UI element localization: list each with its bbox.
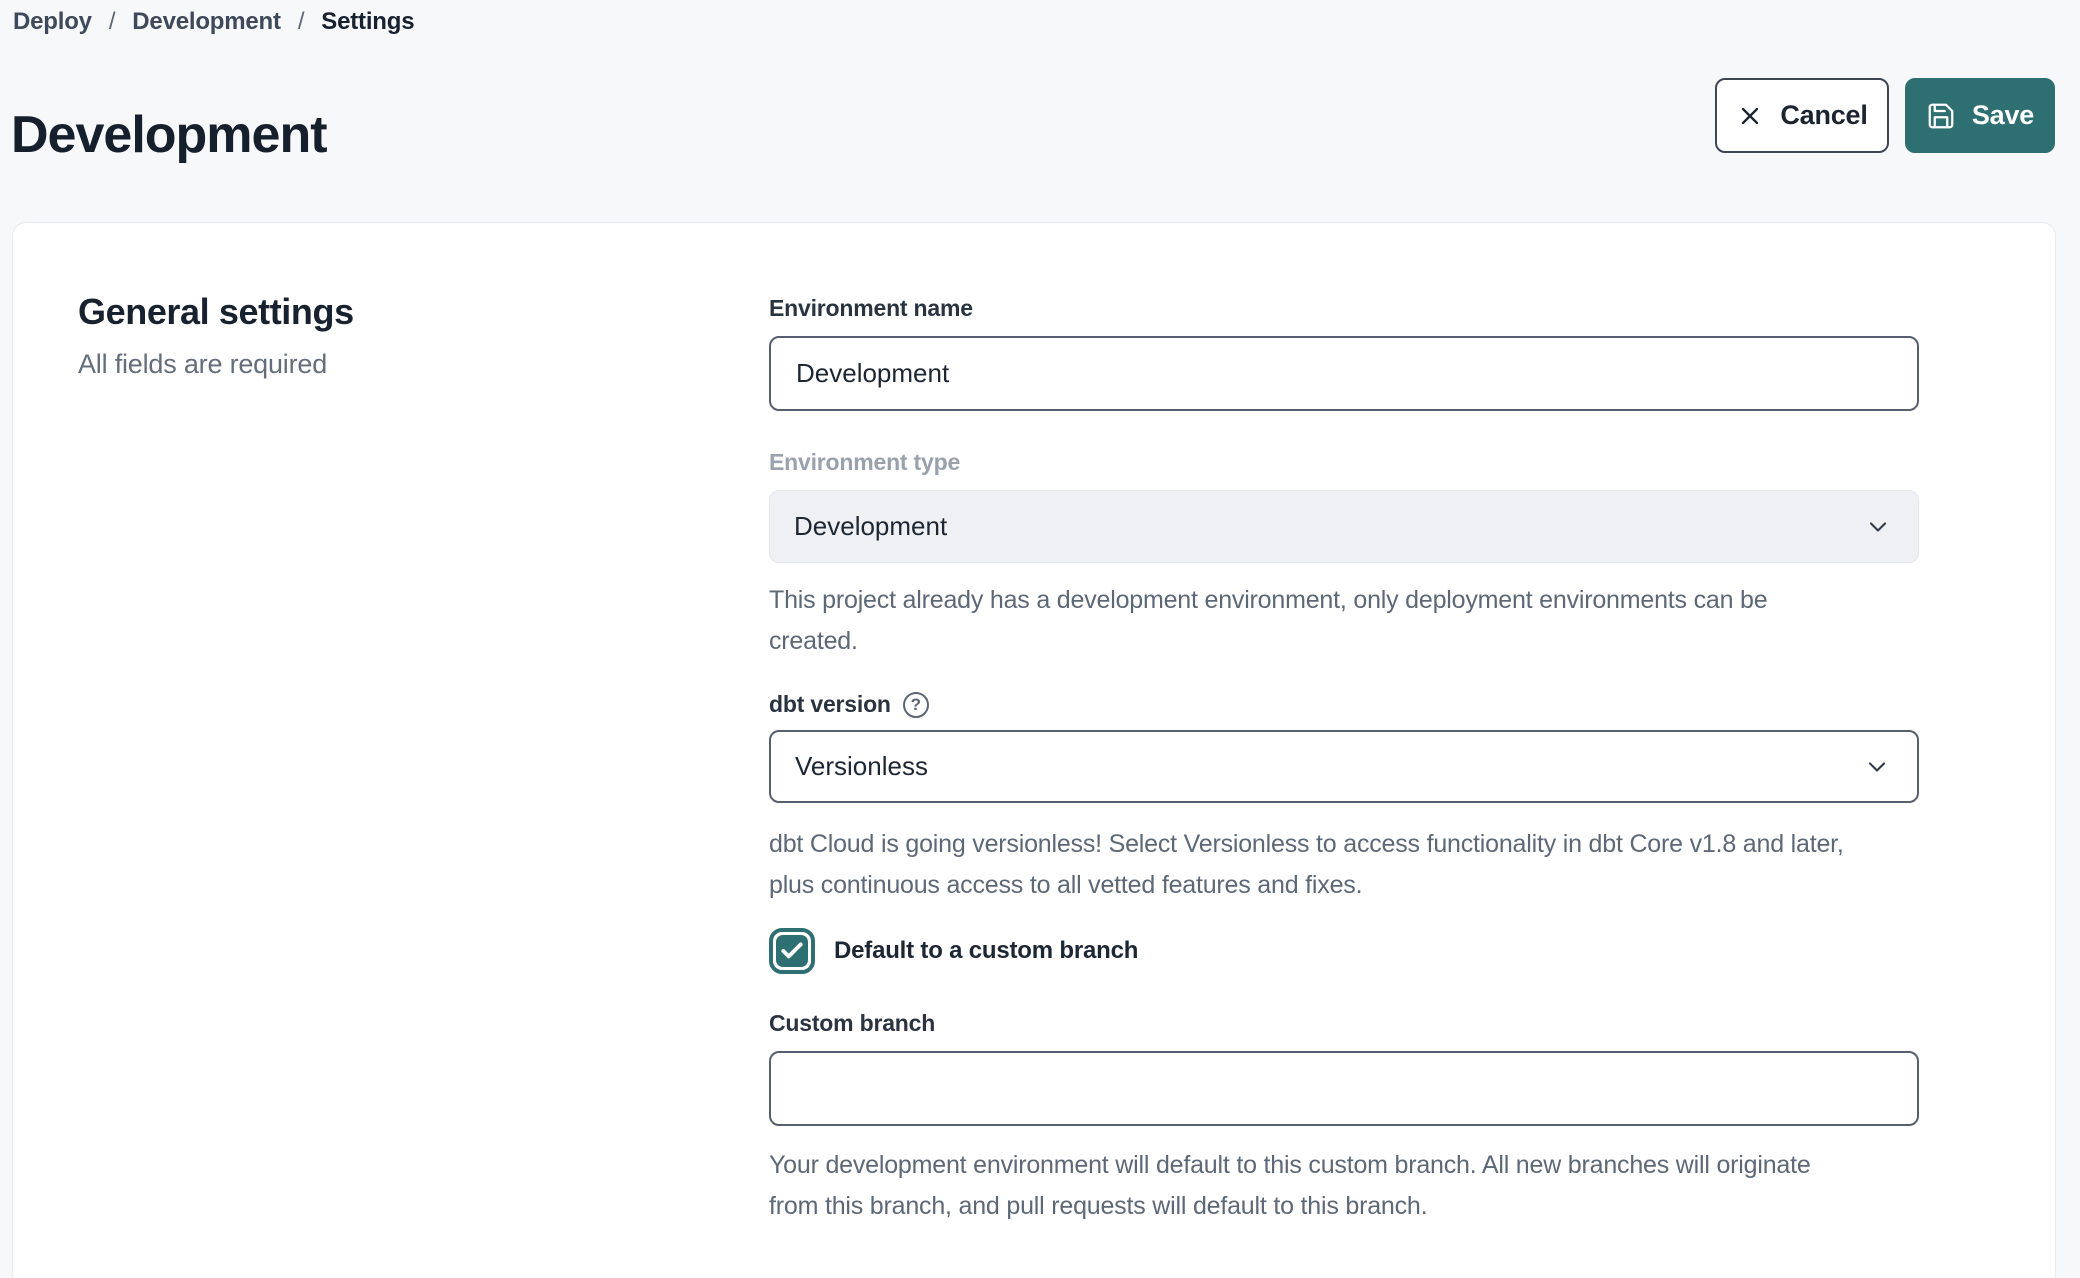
environment-type-value: Development	[794, 511, 947, 542]
chevron-down-icon	[1864, 513, 1892, 541]
breadcrumb: Deploy / Development / Settings	[13, 8, 414, 36]
environment-name-input[interactable]	[769, 336, 1919, 411]
environment-name-label: Environment name	[769, 295, 1919, 322]
close-icon	[1736, 102, 1764, 130]
section-subheading: All fields are required	[78, 349, 354, 380]
custom-branch-input[interactable]	[769, 1051, 1919, 1126]
custom-branch-toggle-row: Default to a custom branch	[769, 928, 1919, 974]
breadcrumb-settings: Settings	[321, 8, 414, 36]
custom-branch-toggle-label[interactable]: Default to a custom branch	[834, 937, 1138, 965]
breadcrumb-separator: /	[298, 8, 304, 36]
general-settings-card: General settings All fields are required…	[12, 222, 2056, 1278]
cancel-button[interactable]: Cancel	[1715, 78, 1889, 153]
environment-type-label: Environment type	[769, 449, 1919, 476]
environment-type-select: Development	[769, 490, 1919, 563]
breadcrumb-deploy[interactable]: Deploy	[13, 8, 92, 36]
save-button-label: Save	[1972, 100, 2034, 131]
breadcrumb-separator: /	[109, 8, 115, 36]
checkbox-fill	[776, 935, 808, 967]
section-info: General settings All fields are required	[78, 291, 354, 380]
dbt-version-label: dbt version	[769, 691, 891, 718]
checkmark-icon	[779, 938, 805, 964]
breadcrumb-development[interactable]: Development	[132, 8, 281, 36]
dbt-version-label-row: dbt version ?	[769, 691, 1919, 718]
custom-branch-helper: Your development environment will defaul…	[769, 1145, 1919, 1227]
dbt-version-value: Versionless	[795, 751, 928, 782]
dbt-version-select[interactable]: Versionless	[769, 730, 1919, 803]
environment-type-helper: This project already has a development e…	[769, 580, 1919, 662]
page-title: Development	[11, 105, 327, 165]
floppy-disk-icon	[1926, 101, 1956, 131]
settings-form: Environment name Environment type Develo…	[769, 295, 1919, 1227]
header-actions: Cancel Save	[1715, 78, 2055, 153]
dbt-version-helper: dbt Cloud is going versionless! Select V…	[769, 824, 1919, 906]
save-button[interactable]: Save	[1905, 78, 2055, 153]
question-mark-circle-icon[interactable]: ?	[903, 692, 929, 718]
custom-branch-label: Custom branch	[769, 1010, 1919, 1037]
cancel-button-label: Cancel	[1780, 100, 1867, 131]
section-heading: General settings	[78, 291, 354, 333]
environment-settings-page: Deploy / Development / Settings Developm…	[0, 0, 2080, 1278]
custom-branch-checkbox[interactable]	[769, 928, 815, 974]
chevron-down-icon	[1863, 753, 1891, 781]
